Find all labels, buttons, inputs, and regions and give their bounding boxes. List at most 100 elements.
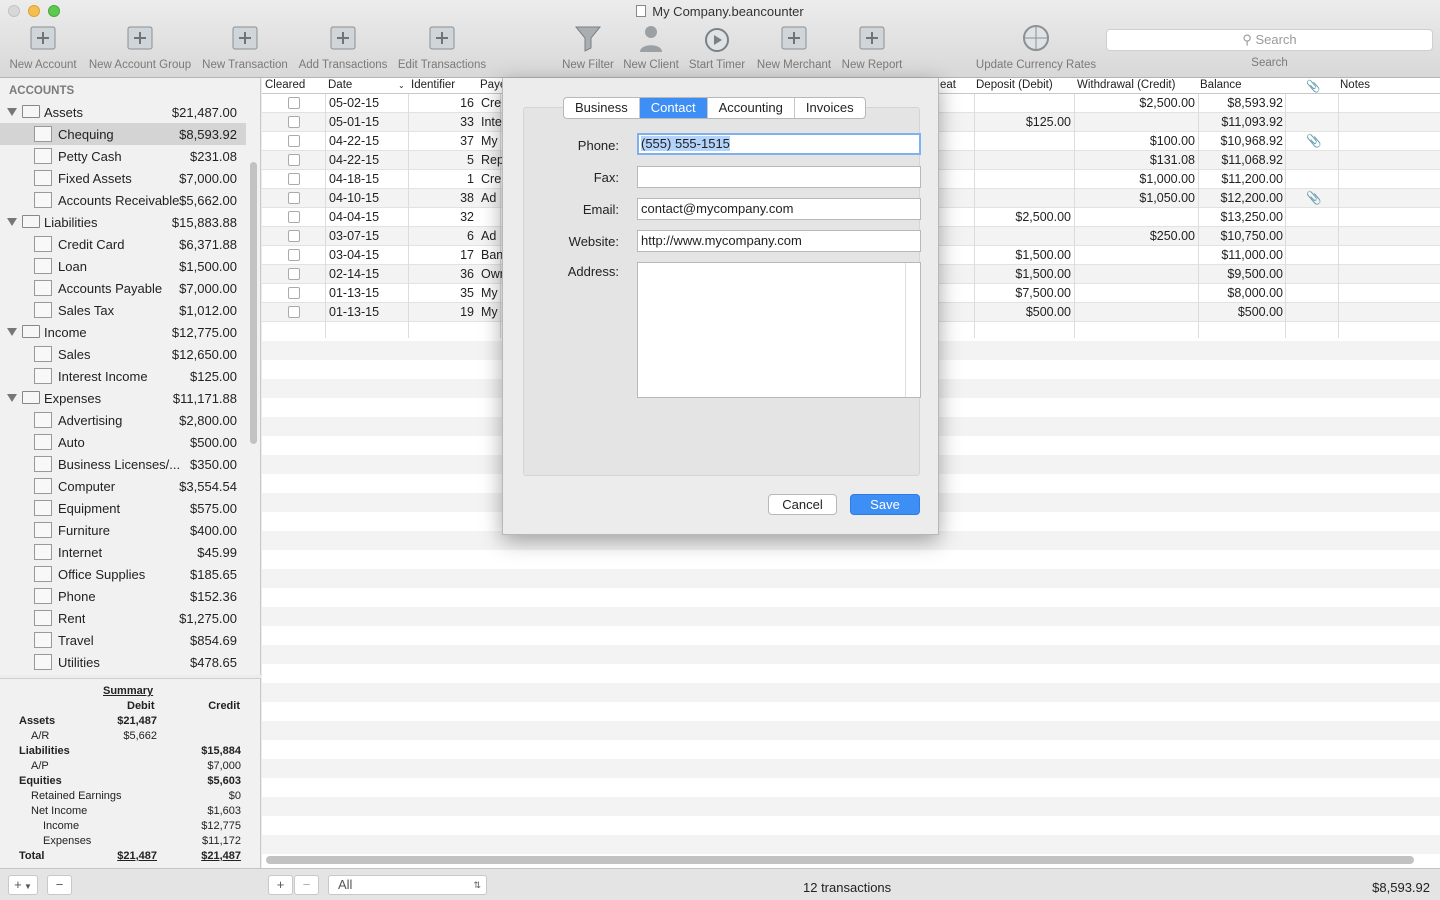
account-item[interactable]: Furniture $400.00 [0, 519, 246, 541]
cancel-button[interactable]: Cancel [768, 494, 837, 515]
col-repeat[interactable]: eat [940, 79, 956, 91]
cell-deposit: $1,500.00 [1015, 267, 1071, 281]
cleared-checkbox[interactable] [288, 249, 300, 261]
fax-field[interactable] [637, 166, 921, 188]
account-item[interactable]: Sales $12,650.00 [0, 343, 246, 365]
toolbar-label: Update Currency Rates [975, 59, 1097, 71]
address-field[interactable] [637, 262, 921, 398]
cell-payee: Rep [481, 153, 504, 167]
cell-payee: Inte [481, 115, 502, 129]
disclosure-triangle-icon[interactable] [7, 218, 17, 226]
email-field[interactable]: contact@mycompany.com [637, 198, 921, 220]
cell-payee: Ad [481, 229, 497, 243]
account-item[interactable]: Rent $1,275.00 [0, 607, 246, 629]
account-item[interactable]: Accounts Receivable $5,662.00 [0, 189, 246, 211]
account-item[interactable]: Utilities $478.65 [0, 651, 246, 673]
account-group-income[interactable]: Income $12,775.00 [0, 321, 246, 343]
account-group-liabilities[interactable]: Liabilities $15,883.88 [0, 211, 246, 233]
account-item[interactable]: Chequing $8,593.92 [0, 123, 246, 145]
cleared-checkbox[interactable] [288, 192, 300, 204]
col-date[interactable]: Date [328, 79, 352, 91]
toolbar-edit-transactions-button[interactable]: Edit Transactions [382, 22, 502, 71]
account-item[interactable]: Office Supplies $185.65 [0, 563, 246, 585]
search-icon: ⚲ [1242, 32, 1252, 47]
tab-accounting[interactable]: Accounting [708, 98, 795, 118]
disclosure-triangle-icon[interactable] [7, 394, 17, 402]
filter-select[interactable]: All ⇅ [328, 875, 487, 895]
bottom-bar: + ▼ − + − All ⇅ 12 transactions $8,593.92 [0, 868, 1440, 900]
account-item[interactable]: Advertising $2,800.00 [0, 409, 246, 431]
cleared-checkbox[interactable] [288, 154, 300, 166]
summary-label: Assets [19, 715, 56, 727]
add-account-menu-button[interactable]: + ▼ [8, 875, 38, 895]
account-item[interactable]: Accounts Payable $7,000.00 [0, 277, 246, 299]
tab-invoices[interactable]: Invoices [795, 98, 865, 118]
account-item[interactable]: Fixed Assets $7,000.00 [0, 167, 246, 189]
search-field[interactable]: ⚲ Search [1106, 29, 1433, 51]
account-item[interactable]: Petty Cash $231.08 [0, 145, 246, 167]
tab-contact[interactable]: Contact [639, 98, 708, 118]
account-group-assets[interactable]: Assets $21,487.00 [0, 101, 246, 123]
website-field[interactable]: http://www.mycompany.com [637, 230, 921, 252]
receivable-icon [34, 192, 52, 208]
summary-row: Equities $5,603 [0, 775, 261, 790]
expense-arrow-icon [34, 544, 52, 560]
toolbar-new-account-group-button[interactable]: New Account Group [80, 22, 200, 71]
cell-date: 02-14-15 [329, 267, 380, 281]
account-item[interactable]: Internet $45.99 [0, 541, 246, 563]
disclosure-triangle-icon[interactable] [7, 108, 17, 116]
col-balance[interactable]: Balance [1200, 79, 1242, 91]
account-amount: $6,371.88 [179, 236, 237, 252]
cleared-checkbox[interactable] [288, 306, 300, 318]
col-attachment-icon[interactable]: 📎 [1306, 79, 1320, 93]
account-group-name: Assets [44, 104, 84, 120]
toolbar-update-currency-rates-button[interactable]: Update Currency Rates [976, 22, 1096, 71]
account-item[interactable]: Auto $500.00 [0, 431, 246, 453]
remove-account-button[interactable]: − [47, 875, 72, 895]
col-cleared[interactable]: Cleared [265, 79, 305, 91]
account-name: Internet [58, 544, 103, 560]
horizontal-scrollbar[interactable] [266, 856, 1414, 864]
account-item[interactable]: Credit Card $6,371.88 [0, 233, 246, 255]
table-row-bg [262, 645, 1440, 664]
phone-field[interactable]: (555) 555-1515 [637, 133, 921, 155]
col-notes[interactable]: Notes [1340, 79, 1370, 91]
account-group-expenses[interactable]: Expenses $11,171.88 [0, 387, 246, 409]
save-button[interactable]: Save [850, 494, 920, 515]
expense-arrow-icon [34, 412, 52, 428]
cleared-checkbox[interactable] [288, 230, 300, 242]
account-amount: $3,554.54 [179, 478, 237, 494]
disclosure-triangle-icon[interactable] [7, 328, 17, 336]
tab-business[interactable]: Business [564, 98, 640, 118]
account-name: Sales Tax [58, 302, 115, 318]
account-item[interactable]: Travel $854.69 [0, 629, 246, 651]
col-identifier[interactable]: Identifier [411, 79, 455, 91]
col-withdrawal[interactable]: Withdrawal (Credit) [1077, 79, 1175, 91]
summary-label: A/P [31, 760, 49, 772]
toolbar-new-report-button[interactable]: New Report [812, 22, 932, 71]
cell-withdrawal: $100.00 [1149, 134, 1195, 148]
account-item[interactable]: Business Licenses/... $350.00 [0, 453, 246, 475]
account-item[interactable]: Computer $3,554.54 [0, 475, 246, 497]
cleared-checkbox[interactable] [288, 97, 300, 109]
account-item[interactable]: Phone $152.36 [0, 585, 246, 607]
cleared-checkbox[interactable] [288, 211, 300, 223]
account-item[interactable]: Interest Income $125.00 [0, 365, 246, 387]
email-label: Email: [582, 202, 619, 217]
remove-transaction-button[interactable]: − [294, 875, 319, 895]
cleared-checkbox[interactable] [288, 287, 300, 299]
add-transaction-button[interactable]: + [268, 875, 293, 895]
attachment-icon[interactable]: 📎 [1306, 191, 1322, 206]
sidebar-scrollbar[interactable] [250, 162, 257, 444]
attachment-icon[interactable]: 📎 [1306, 134, 1322, 149]
cleared-checkbox[interactable] [288, 135, 300, 147]
account-item[interactable]: Equipment $575.00 [0, 497, 246, 519]
cleared-checkbox[interactable] [288, 268, 300, 280]
cleared-checkbox[interactable] [288, 116, 300, 128]
account-item[interactable]: Sales Tax $1,012.00 [0, 299, 246, 321]
summary-row: A/R $5,662 [0, 730, 261, 745]
col-deposit[interactable]: Deposit (Debit) [976, 79, 1053, 91]
account-item[interactable]: Loan $1,500.00 [0, 255, 246, 277]
cell-payee: My [481, 134, 498, 148]
cleared-checkbox[interactable] [288, 173, 300, 185]
